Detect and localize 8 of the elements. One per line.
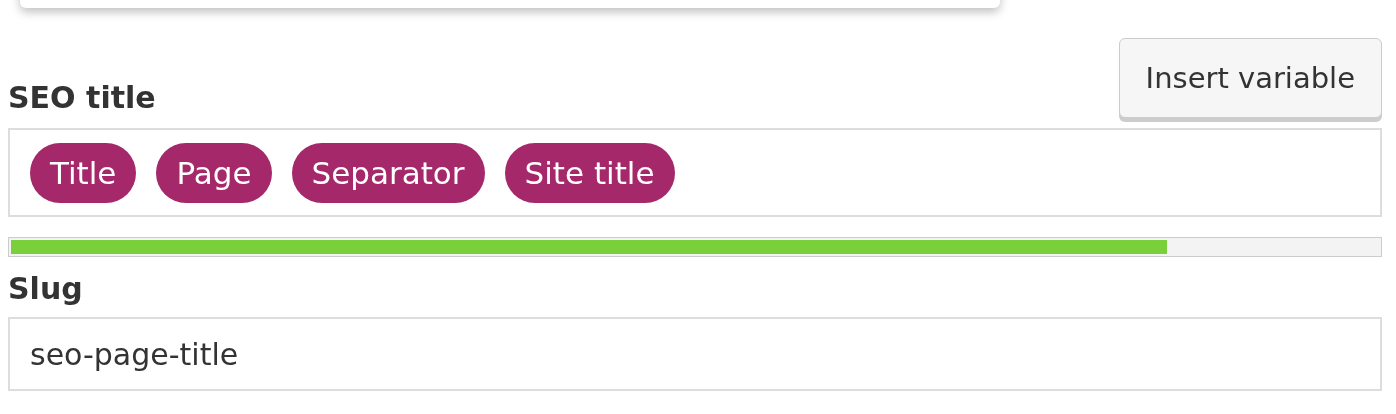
variable-tag[interactable]: Title [30,142,137,203]
field-label: Slug [8,271,84,307]
slug-field[interactable]: seo-page-title [8,317,1382,391]
field-label: SEO title [8,80,156,116]
seo-title-field[interactable]: Title Page Separator Site title [8,128,1382,217]
variable-tag[interactable]: Separator [291,142,485,203]
variable-tag[interactable]: Page [156,142,272,203]
variable-tag[interactable]: Site title [504,142,675,203]
